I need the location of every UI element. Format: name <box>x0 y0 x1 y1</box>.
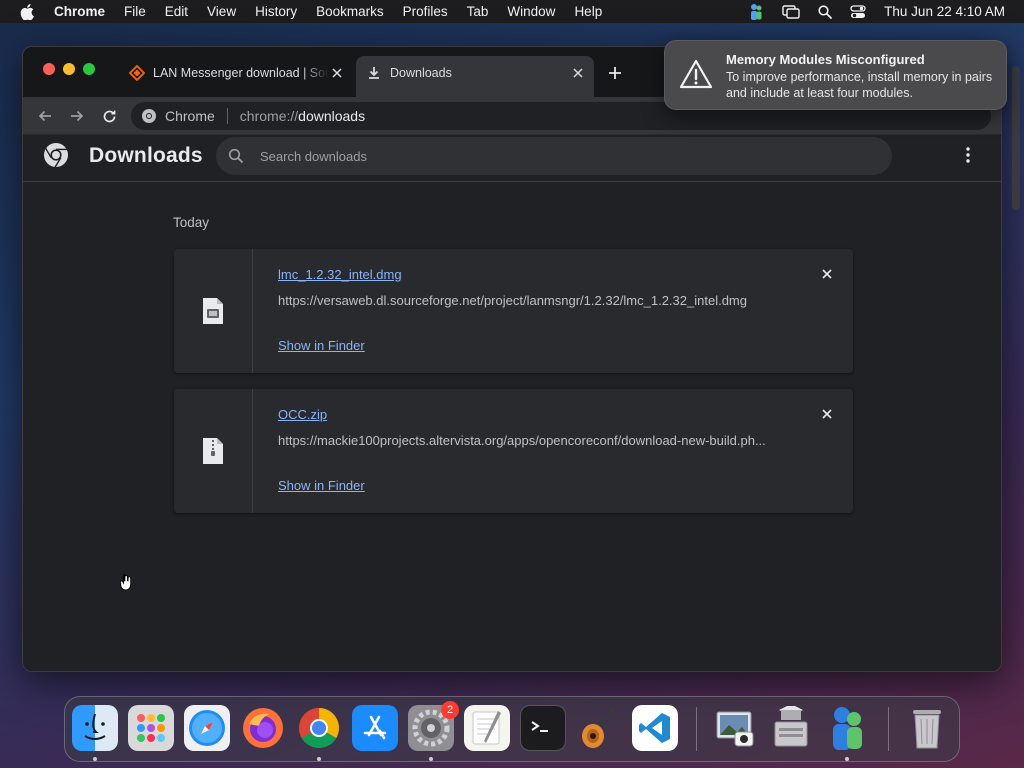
tab-close-icon[interactable] <box>329 65 345 81</box>
remove-download-icon[interactable] <box>819 266 835 282</box>
menu-tab[interactable]: Tab <box>467 4 489 19</box>
firefox-icon[interactable] <box>240 705 286 751</box>
new-tab-button[interactable] <box>605 63 625 83</box>
download-file-name-link[interactable]: lmc_1.2.32_intel.dmg <box>278 267 402 282</box>
safari-icon[interactable] <box>184 705 230 751</box>
lan-messenger-status-icon[interactable] <box>748 3 764 21</box>
search-downloads-bar[interactable] <box>216 137 892 175</box>
tab-downloads[interactable]: Downloads <box>356 56 594 97</box>
spotlight-search-icon[interactable] <box>818 4 833 19</box>
trash-icon[interactable] <box>904 705 950 751</box>
notification-title: Memory Modules Misconfigured <box>726 52 925 67</box>
reload-button[interactable] <box>99 106 119 126</box>
garageband-icon[interactable] <box>576 705 622 751</box>
search-downloads-input[interactable] <box>260 148 820 164</box>
site-info-chip[interactable]: Chrome <box>131 108 215 124</box>
download-item: lmc_1.2.32_intel.dmg https://versaweb.dl… <box>174 249 853 373</box>
running-indicator <box>93 757 97 761</box>
file-icon-column <box>174 389 253 513</box>
download-file-name-link[interactable]: OCC.zip <box>278 407 327 422</box>
menu-bookmarks[interactable]: Bookmarks <box>316 4 384 19</box>
remove-download-icon[interactable] <box>819 406 835 422</box>
show-in-finder-link[interactable]: Show in Finder <box>278 478 365 493</box>
site-info-label: Chrome <box>165 108 215 124</box>
download-favicon-icon <box>369 66 379 79</box>
desktop-scrollbar[interactable] <box>1012 66 1020 210</box>
vscode-icon[interactable] <box>632 705 678 751</box>
window-controls <box>43 63 95 75</box>
bootcamp-icon[interactable] <box>768 705 814 751</box>
preview-icon[interactable] <box>712 705 758 751</box>
download-source-url: https://versaweb.dl.sourceforge.net/proj… <box>278 293 747 308</box>
url-host: downloads <box>298 108 366 124</box>
download-item: OCC.zip https://mackie100projects.alterv… <box>174 389 853 513</box>
textedit-icon[interactable] <box>464 705 510 751</box>
back-button[interactable] <box>35 106 55 126</box>
chrome-logo-icon <box>44 143 68 168</box>
date-group-label: Today <box>173 215 210 230</box>
chrome-window: LAN Messenger download | SourceForge.net… <box>22 46 1002 672</box>
dock-separator <box>696 707 697 751</box>
app-store-icon[interactable] <box>352 705 398 751</box>
launchpad-icon[interactable] <box>128 705 174 751</box>
menu-file[interactable]: File <box>124 4 146 19</box>
menu-bar: Chrome File Edit View History Bookmarks … <box>0 0 1024 23</box>
more-options-icon[interactable] <box>959 146 977 164</box>
hand-cursor-icon <box>119 574 132 591</box>
chrome-logo-icon <box>142 109 156 123</box>
forward-button[interactable] <box>67 106 87 126</box>
show-in-finder-link[interactable]: Show in Finder <box>278 338 365 353</box>
warning-icon <box>679 59 713 89</box>
file-icon-column <box>174 249 253 373</box>
downloads-list: Today lmc_1.2.32_intel.dmg https://versa… <box>23 182 1001 671</box>
notification-body: To improve performance, install memory i… <box>726 70 993 100</box>
menu-view[interactable]: View <box>207 4 236 19</box>
menu-profiles[interactable]: Profiles <box>403 4 448 19</box>
dock-separator <box>888 707 889 751</box>
close-window-button[interactable] <box>43 63 55 75</box>
dmg-file-icon <box>203 298 223 324</box>
control-center-icon[interactable] <box>850 4 866 19</box>
download-source-url: https://mackie100projects.altervista.org… <box>278 433 766 448</box>
menu-edit[interactable]: Edit <box>165 4 188 19</box>
omnibox-divider <box>226 108 228 124</box>
system-preferences-icon[interactable]: 2 <box>408 701 459 751</box>
menu-history[interactable]: History <box>255 4 297 19</box>
chrome-icon[interactable] <box>296 705 342 751</box>
running-indicator <box>845 757 849 761</box>
menu-app-name[interactable]: Chrome <box>54 4 105 19</box>
downloads-header: Downloads <box>23 135 1001 182</box>
terminal-icon[interactable] <box>520 705 566 751</box>
tab-close-icon[interactable] <box>570 65 586 81</box>
screen-mirroring-icon[interactable] <box>782 4 800 19</box>
tab-title: LAN Messenger download | SourceForge.net <box>153 65 329 80</box>
lan-messenger-icon[interactable] <box>824 705 870 751</box>
finder-icon[interactable] <box>72 705 118 751</box>
sourceforge-favicon-icon <box>129 64 145 81</box>
menu-help[interactable]: Help <box>574 4 602 19</box>
dock: 2 <box>64 696 960 762</box>
system-notification[interactable]: Memory Modules Misconfigured To improve … <box>664 40 1007 110</box>
search-icon <box>228 148 244 164</box>
tab-lan-messenger[interactable]: LAN Messenger download | SourceForge.net <box>119 56 353 89</box>
apple-menu-icon[interactable] <box>20 3 34 20</box>
running-indicator <box>317 757 321 761</box>
menu-window[interactable]: Window <box>507 4 555 19</box>
page-title: Downloads <box>89 144 203 167</box>
notification-badge: 2 <box>441 701 459 719</box>
url-scheme: chrome:// <box>239 108 299 124</box>
running-indicator <box>429 757 433 761</box>
menu-bar-clock[interactable]: Thu Jun 22 4:10 AM <box>884 4 1005 19</box>
minimize-window-button[interactable] <box>63 63 75 75</box>
zip-file-icon <box>203 438 223 464</box>
tab-title: Downloads <box>390 65 452 80</box>
zoom-window-button[interactable] <box>83 63 95 75</box>
